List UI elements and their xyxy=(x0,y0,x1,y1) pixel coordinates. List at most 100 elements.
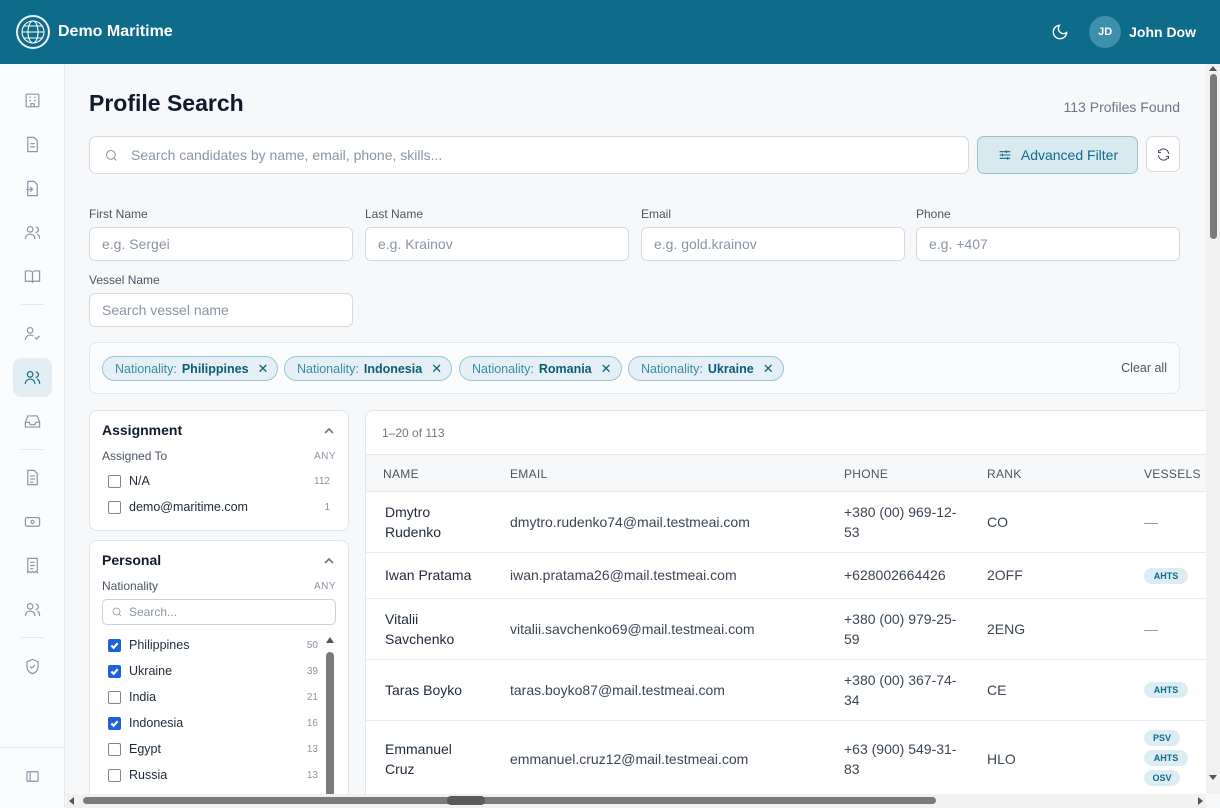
email-input[interactable] xyxy=(654,236,892,252)
user-check-icon[interactable] xyxy=(13,314,52,353)
nationality-option[interactable]: Egypt 13 xyxy=(108,739,318,759)
nationality-scrollbar[interactable] xyxy=(325,637,335,794)
table-row[interactable]: Iwan Pratama iwan.pratama26@mail.testmea… xyxy=(366,553,1206,599)
filter-chip[interactable]: Nationality: Indonesia ✕ xyxy=(284,356,453,381)
dark-mode-toggle-icon[interactable] xyxy=(1049,21,1071,43)
inbox-icon[interactable] xyxy=(13,402,52,441)
option-label: Egypt xyxy=(129,742,161,756)
search-input[interactable] xyxy=(131,147,968,163)
nationality-option[interactable]: Indonesia 16 xyxy=(108,713,318,733)
sidebar xyxy=(0,64,65,808)
document-icon[interactable] xyxy=(13,125,52,164)
candidate-phone: +380 (00) 969-12-53 xyxy=(844,504,957,540)
candidate-name[interactable]: Dmytro Rudenko xyxy=(385,502,485,542)
option-label: India xyxy=(129,690,157,704)
candidate-name[interactable]: Emmanuel Cruz xyxy=(385,739,485,779)
nationality-option[interactable]: Philippines 50 xyxy=(108,635,318,655)
remove-chip-icon[interactable]: ✕ xyxy=(258,361,269,377)
option-count: 50 xyxy=(306,639,318,651)
phone-input[interactable] xyxy=(929,236,1167,252)
column-header[interactable]: PHONE xyxy=(844,467,888,481)
nationality-option[interactable]: Ukraine 39 xyxy=(108,661,318,681)
option-label: Philippines xyxy=(129,638,190,652)
table-row[interactable]: Taras Boyko taras.boyko87@mail.testmeai.… xyxy=(366,660,1206,721)
chevron-up-icon[interactable] xyxy=(323,425,335,437)
checkbox[interactable] xyxy=(108,690,121,704)
globe-logo-icon[interactable] xyxy=(16,15,50,49)
brand-name[interactable]: Demo Maritime xyxy=(58,23,173,41)
checkbox-checked[interactable] xyxy=(108,664,121,678)
nationality-option[interactable]: Russia 13 xyxy=(108,765,318,785)
users-active-icon[interactable] xyxy=(13,358,52,397)
table-row[interactable]: Dmytro Rudenko dmytro.rudenko74@mail.tes… xyxy=(366,492,1206,553)
user-name[interactable]: John Dow xyxy=(1129,24,1196,40)
column-header[interactable]: VESSELS xyxy=(1144,467,1201,481)
checkbox[interactable] xyxy=(108,474,121,488)
candidate-name[interactable]: Taras Boyko xyxy=(385,680,505,700)
last-name-field: Last Name xyxy=(365,207,629,261)
vessels-cell: AHTS xyxy=(1144,568,1188,588)
user-avatar[interactable]: JD xyxy=(1089,16,1122,48)
filter-chip[interactable]: Nationality: Ukraine ✕ xyxy=(628,356,784,381)
filter-chip[interactable]: Nationality: Philippines ✕ xyxy=(102,356,279,381)
page-vertical-scrollbar[interactable] xyxy=(1206,64,1220,794)
table-row[interactable]: Vitalii Savchenko vitalii.savchenko69@ma… xyxy=(366,599,1206,660)
team-icon[interactable] xyxy=(13,590,52,629)
last-name-input[interactable] xyxy=(378,236,616,252)
filter-chip[interactable]: Nationality: Romania ✕ xyxy=(459,356,622,381)
column-header[interactable]: EMAIL xyxy=(510,467,548,481)
table-row[interactable]: Emmanuel Cruz emmanuel.cruz12@mail.testm… xyxy=(366,721,1206,794)
candidate-name[interactable]: Iwan Pratama xyxy=(385,565,505,585)
checkbox-checked[interactable] xyxy=(108,638,121,652)
chip-value: Romania xyxy=(538,361,592,376)
search-bar[interactable] xyxy=(89,136,969,174)
book-icon[interactable] xyxy=(13,257,52,296)
dashboard-icon[interactable] xyxy=(13,81,52,120)
nationality-option[interactable]: India 21 xyxy=(108,687,318,707)
refresh-button[interactable] xyxy=(1146,136,1180,172)
chevron-up-icon[interactable] xyxy=(323,555,335,567)
file-icon[interactable] xyxy=(13,458,52,497)
vessel-tag: AHTS xyxy=(1144,750,1188,766)
import-icon[interactable] xyxy=(13,169,52,208)
column-header[interactable]: RANK xyxy=(987,467,1022,481)
advanced-filter-button[interactable]: Advanced Filter xyxy=(977,136,1138,174)
any-label: ANY xyxy=(313,581,336,592)
checkbox[interactable] xyxy=(108,768,121,782)
nationality-search[interactable] xyxy=(102,599,336,625)
vessels-cell: PSV AHTS OSV xyxy=(1144,730,1188,790)
receipt-icon[interactable] xyxy=(13,546,52,585)
refresh-icon xyxy=(1157,148,1169,160)
remove-chip-icon[interactable]: ✕ xyxy=(763,361,774,377)
email-label: Email xyxy=(641,207,672,221)
candidate-phone: +63 (900) 549-31-83 xyxy=(844,741,957,777)
chip-value: Philippines xyxy=(181,361,249,376)
option-count: 21 xyxy=(306,691,318,703)
collapse-sidebar-icon[interactable] xyxy=(13,757,52,796)
clear-all-link[interactable]: Clear all xyxy=(1121,361,1167,375)
shield-icon[interactable] xyxy=(13,647,52,686)
candidate-name[interactable]: Vitalii Savchenko xyxy=(385,609,485,649)
assignment-option[interactable]: N/A 112 xyxy=(108,471,330,491)
sidebar-divider xyxy=(21,449,44,450)
option-label: Ukraine xyxy=(129,664,173,678)
vessel-name-input[interactable] xyxy=(102,302,340,318)
assignment-option[interactable]: demo@maritime.com 1 xyxy=(108,497,330,517)
checkbox[interactable] xyxy=(108,742,121,756)
remove-chip-icon[interactable]: ✕ xyxy=(601,361,612,377)
card-icon[interactable] xyxy=(13,502,52,541)
checkbox[interactable] xyxy=(108,500,121,514)
profiles-found-count: 113 Profiles Found xyxy=(1063,99,1180,115)
remove-chip-icon[interactable]: ✕ xyxy=(431,361,442,377)
vessels-cell: AHTS xyxy=(1144,682,1188,702)
column-header[interactable]: NAME xyxy=(383,467,419,481)
nationality-search-input[interactable] xyxy=(129,605,335,619)
results-table: 1–20 of 113 NAME EMAIL PHONE RANK VESSEL… xyxy=(365,410,1206,794)
first-name-input[interactable] xyxy=(102,236,340,252)
checkbox-checked[interactable] xyxy=(108,716,121,730)
option-label: N/A xyxy=(129,474,150,488)
page-horizontal-scrollbar[interactable] xyxy=(66,794,1206,808)
users-icon[interactable] xyxy=(13,213,52,252)
chip-key: Nationality: xyxy=(472,361,534,376)
vessel-name-label: Vessel Name xyxy=(89,273,160,287)
